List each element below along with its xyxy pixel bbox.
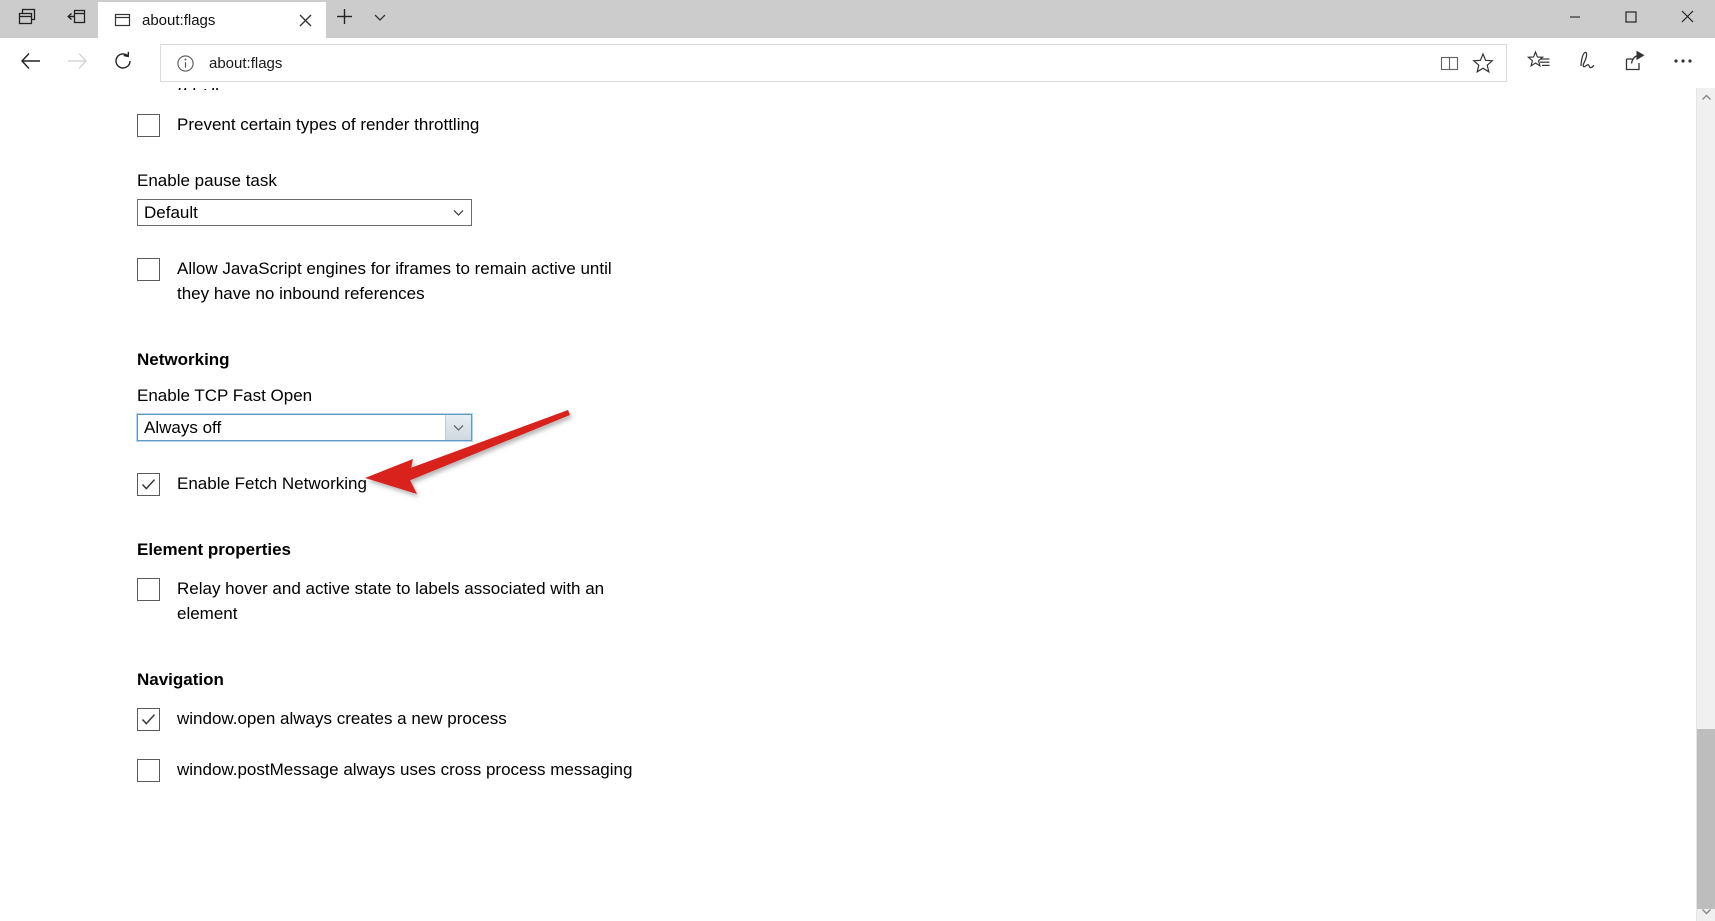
about-flags-page: a PSP Prevent certain types of render th… (0, 88, 1688, 786)
section-heading-navigation: Navigation (137, 670, 224, 689)
checkbox-relay-hover-active-state[interactable] (137, 578, 160, 601)
page-icon (112, 10, 132, 30)
flag-label: Allow JavaScript engines for iframes to … (177, 259, 612, 303)
flag-label: window.postMessage always uses cross pro… (177, 760, 633, 779)
refresh-button[interactable] (100, 42, 146, 84)
flag-row-enable-fetch-networking: Enable Fetch Networking (137, 471, 1688, 496)
web-notes-button[interactable] (1563, 42, 1611, 84)
flag-row-relay-hover-active-state: Relay hover and active state to labels a… (137, 576, 1688, 626)
plus-icon (336, 8, 353, 30)
navigation-toolbar: about:flags (0, 38, 1715, 88)
scrollbar-thumb[interactable] (1697, 729, 1715, 909)
scroll-up-button[interactable] (1697, 88, 1715, 107)
forward-button[interactable] (54, 42, 100, 84)
flag-label-enable-tcp-fast-open: Enable TCP Fast Open (137, 386, 313, 405)
flag-row-prevent-render-throttling: Prevent certain types of render throttli… (137, 112, 1688, 137)
arrow-right-icon (65, 49, 89, 78)
scroll-down-button[interactable] (1697, 902, 1715, 921)
address-bar[interactable]: about:flags (160, 44, 1507, 82)
close-window-button[interactable] (1659, 0, 1715, 38)
checkbox-prevent-render-throttling[interactable] (137, 114, 160, 137)
checkbox-allow-js-engines-iframes[interactable] (137, 258, 160, 281)
flag-row-window-postmessage-cross-process: window.postMessage always uses cross pro… (137, 757, 1688, 782)
maximize-button[interactable] (1603, 0, 1659, 38)
close-tab-button[interactable] (292, 7, 318, 33)
tabs-you-set-aside-button[interactable] (60, 2, 94, 36)
clipped-text-a-psp: a PSP (178, 88, 1688, 90)
refresh-icon (112, 50, 134, 77)
chevron-down-icon (445, 415, 471, 440)
checkmark-icon (141, 479, 156, 490)
set-tabs-aside-icon (17, 7, 37, 32)
checkmark-icon (141, 714, 156, 725)
info-icon[interactable] (173, 51, 197, 75)
flag-label: Enable Fetch Networking (177, 474, 367, 493)
window-controls (1547, 0, 1715, 38)
section-heading-networking: Networking (137, 350, 230, 369)
flag-label: window.open always creates a new process (177, 709, 507, 728)
address-input[interactable]: about:flags (209, 55, 1432, 72)
tab-strip: about:flags (98, 0, 398, 38)
share-button[interactable] (1611, 42, 1659, 84)
ellipsis-icon (1671, 49, 1695, 78)
set-tabs-aside-button[interactable] (10, 2, 44, 36)
flag-label: Prevent certain types of render throttli… (177, 115, 480, 134)
maximize-icon (1625, 10, 1637, 28)
settings-more-button[interactable] (1659, 42, 1707, 84)
new-tab-button[interactable] (326, 0, 362, 38)
reading-view-button[interactable] (1432, 46, 1466, 80)
title-bar: about:flags (0, 0, 1715, 38)
flag-row-window-open-new-process: window.open always creates a new process (137, 706, 1688, 731)
hub-favorites-icon (1526, 49, 1551, 78)
tabs-you-set-aside-icon (67, 7, 87, 32)
checkbox-window-postmessage-cross-process[interactable] (137, 759, 160, 782)
minimize-button[interactable] (1547, 0, 1603, 38)
hub-button[interactable] (1515, 42, 1563, 84)
share-icon (1623, 49, 1647, 78)
select-value: Always off (144, 417, 222, 437)
checkbox-window-open-new-process[interactable] (137, 708, 160, 731)
close-icon (1681, 10, 1694, 28)
chevron-down-icon (445, 200, 471, 225)
minimize-icon (1569, 10, 1581, 28)
section-heading-element-properties: Element properties (137, 540, 291, 559)
page-viewport: a PSP Prevent certain types of render th… (0, 88, 1715, 921)
flag-row-enable-pause-task: Enable pause task Default (137, 171, 1688, 226)
select-enable-tcp-fast-open[interactable]: Always off (136, 413, 473, 442)
flag-label-enable-pause-task: Enable pause task (137, 171, 277, 190)
tab-tools-group (0, 0, 98, 38)
flag-row-enable-tcp-fast-open: Enable TCP Fast Open Always off (136, 386, 1688, 442)
tab-menu-button[interactable] (362, 0, 398, 38)
flag-row-allow-js-engines-iframes: Allow JavaScript engines for iframes to … (137, 256, 1688, 306)
arrow-left-icon (19, 49, 43, 78)
back-button[interactable] (8, 42, 54, 84)
vertical-scrollbar[interactable] (1696, 88, 1715, 921)
select-enable-pause-task[interactable]: Default (137, 199, 472, 226)
favorite-star-button[interactable] (1466, 46, 1500, 80)
pen-icon (1575, 49, 1599, 78)
scrollbar-track[interactable] (1697, 107, 1715, 909)
tab-title: about:flags (142, 11, 216, 29)
checkbox-enable-fetch-networking[interactable] (137, 473, 160, 496)
browser-tab-about-flags[interactable]: about:flags (98, 2, 326, 38)
select-value: Default (144, 202, 198, 222)
flag-label: Relay hover and active state to labels a… (177, 579, 605, 623)
chevron-down-icon (372, 9, 388, 30)
